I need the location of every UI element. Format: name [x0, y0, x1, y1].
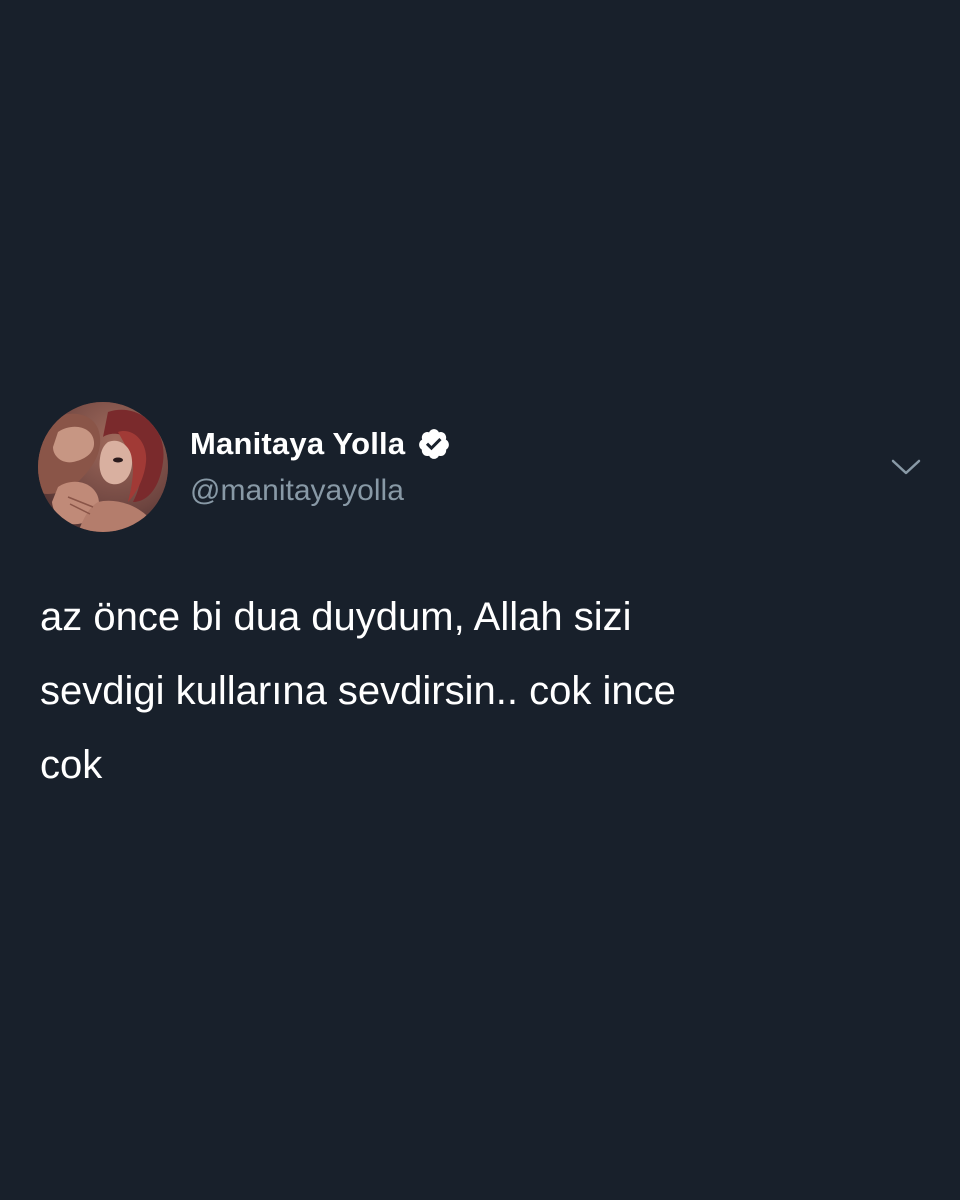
author-handle[interactable]: @manitayayolla	[190, 474, 404, 508]
tweet-card: Manitaya Yolla @manitayayolla az önce bi…	[0, 0, 960, 1200]
tweet-text: az önce bi dua duydum, Allah sizi sevdig…	[40, 580, 880, 802]
display-name[interactable]: Manitaya Yolla	[190, 426, 405, 462]
avatar-illustration-icon	[38, 402, 168, 532]
avatar[interactable]	[38, 402, 168, 532]
chevron-down-icon[interactable]	[888, 452, 924, 482]
verified-badge-icon	[417, 427, 451, 461]
tweet-text-line: az önce bi dua duydum, Allah sizi	[40, 595, 632, 639]
tweet-text-line: cok	[40, 743, 103, 787]
author-name-row[interactable]: Manitaya Yolla	[190, 424, 451, 464]
tweet-text-line: sevdigi kullarına sevdirsin.. cok ince	[40, 669, 676, 713]
